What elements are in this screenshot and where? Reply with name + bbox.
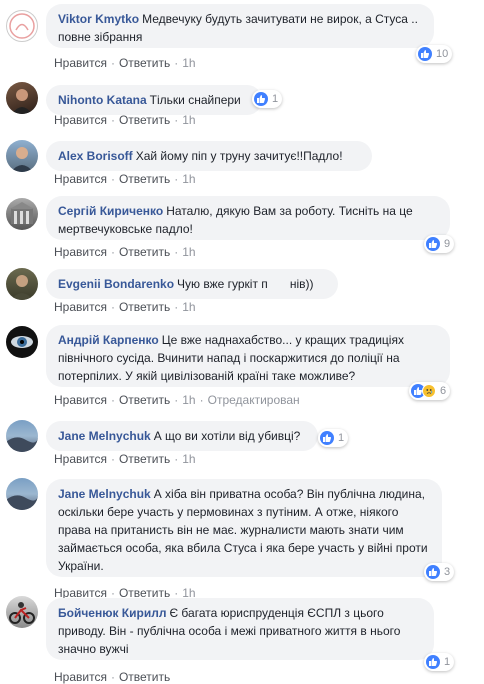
reply-link[interactable]: Ответить xyxy=(119,245,170,259)
avatar[interactable] xyxy=(6,198,38,230)
comment-bubble: Nihonto Katana Тільки снайпери xyxy=(46,85,262,115)
comment-text: Чую вже гуркіт п xyxy=(177,277,268,291)
comment-actions: Нравится · Ответить · 1h xyxy=(54,56,196,70)
comment-actions: Нравится · Ответить · 1h xyxy=(54,300,196,314)
avatar[interactable] xyxy=(6,478,38,510)
reply-link[interactable]: Ответить xyxy=(119,56,170,70)
like-icon xyxy=(418,47,432,61)
comment-actions: Нравится · Ответить · 1h · Отредактирован xyxy=(54,393,300,407)
comment-bubble: Андрій Карпенко Це вже наднахабство... у … xyxy=(46,325,450,387)
comment-author[interactable]: Nihonto Katana xyxy=(58,93,147,107)
reaction-count[interactable]: 1 xyxy=(252,90,283,108)
avatar[interactable] xyxy=(6,82,38,114)
comment-author[interactable]: Бойченюк Кирилл xyxy=(58,606,166,620)
avatar[interactable] xyxy=(6,326,38,358)
comment-bubble: Evgenii Bondarenko Чую вже гуркіт п нів)) xyxy=(46,269,338,299)
reaction-count[interactable]: 9 xyxy=(424,235,455,253)
avatar[interactable] xyxy=(6,596,38,628)
comment-author[interactable]: Сергій Кириченко xyxy=(58,204,163,218)
reaction-count[interactable]: 1 xyxy=(424,653,455,671)
avatar[interactable] xyxy=(6,140,38,172)
comment-bubble: Jane Melnychuk А хіба він приватна особа?… xyxy=(46,479,442,577)
reply-link[interactable]: Ответить xyxy=(119,113,170,127)
reply-link[interactable]: Ответить xyxy=(119,670,170,684)
like-icon xyxy=(426,565,440,579)
comment-author[interactable]: Андрій Карпенко xyxy=(58,333,159,347)
timestamp[interactable]: 1h xyxy=(182,452,195,466)
avatar[interactable] xyxy=(6,420,38,452)
comment-author[interactable]: Evgenii Bondarenko xyxy=(58,277,174,291)
reaction-count[interactable]: 1 xyxy=(318,429,349,447)
sad-icon xyxy=(422,384,436,398)
reply-link[interactable]: Ответить xyxy=(119,393,170,407)
comment-text: А що ви хотіли від убивці? xyxy=(153,429,301,443)
comment-text: Хай йому піп у труну зачитує!!Падло! xyxy=(135,149,343,163)
comment-text: Тільки снайпери xyxy=(149,93,241,107)
timestamp[interactable]: 1h xyxy=(182,113,195,127)
comment-text: нів)) xyxy=(289,277,314,291)
like-icon xyxy=(426,237,440,251)
comment-author[interactable]: Jane Melnychuk xyxy=(58,429,151,443)
comment-actions: Нравится · Ответить · 1h xyxy=(54,172,196,186)
reply-link[interactable]: Ответить xyxy=(119,452,170,466)
like-link[interactable]: Нравится xyxy=(54,172,107,186)
like-link[interactable]: Нравится xyxy=(54,113,107,127)
comment-actions: Нравится · Ответить · 1h xyxy=(54,452,196,466)
avatar[interactable] xyxy=(6,268,38,300)
like-link[interactable]: Нравится xyxy=(54,245,107,259)
timestamp[interactable]: 1h xyxy=(182,56,195,70)
comment-bubble: Viktor Kmytko Медвечуку будуть зачитувати… xyxy=(46,4,434,48)
timestamp[interactable]: 1h xyxy=(182,300,195,314)
comment-author[interactable]: Jane Melnychuk xyxy=(58,487,151,501)
avatar[interactable] xyxy=(6,10,38,42)
comment-actions: Нравится · Ответить · 1h xyxy=(54,113,196,127)
reply-link[interactable]: Ответить xyxy=(119,172,170,186)
edited-label[interactable]: Отредактирован xyxy=(208,393,300,407)
reply-link[interactable]: Ответить xyxy=(119,300,170,314)
comment-bubble: Jane Melnychuk А що ви хотіли від убивці? xyxy=(46,421,318,451)
comment-bubble: Бойченюк Кирилл Є багата юриспруденція ЄС… xyxy=(46,598,434,660)
comment-bubble: Alex Borisoff Хай йому піп у труну зачиту… xyxy=(46,141,372,171)
reaction-count[interactable]: 6 xyxy=(409,382,451,400)
like-icon xyxy=(426,655,440,669)
like-link[interactable]: Нравится xyxy=(54,393,107,407)
reaction-count[interactable]: 10 xyxy=(416,45,453,63)
comment-actions: Нравится · Ответить xyxy=(54,670,171,684)
like-link[interactable]: Нравится xyxy=(54,670,107,684)
reaction-count[interactable]: 3 xyxy=(424,563,455,581)
comment-actions: Нравится · Ответить · 1h xyxy=(54,245,196,259)
comment-bubble: Сергій Кириченко Наталю, дякую Вам за роб… xyxy=(46,196,450,240)
timestamp[interactable]: 1h xyxy=(182,393,195,407)
comment-author[interactable]: Alex Borisoff xyxy=(58,149,133,163)
like-link[interactable]: Нравится xyxy=(54,56,107,70)
like-link[interactable]: Нравится xyxy=(54,452,107,466)
like-icon xyxy=(320,431,334,445)
like-link[interactable]: Нравится xyxy=(54,300,107,314)
like-icon xyxy=(254,92,268,106)
comment-author[interactable]: Viktor Kmytko xyxy=(58,12,139,26)
timestamp[interactable]: 1h xyxy=(182,172,195,186)
timestamp[interactable]: 1h xyxy=(182,245,195,259)
